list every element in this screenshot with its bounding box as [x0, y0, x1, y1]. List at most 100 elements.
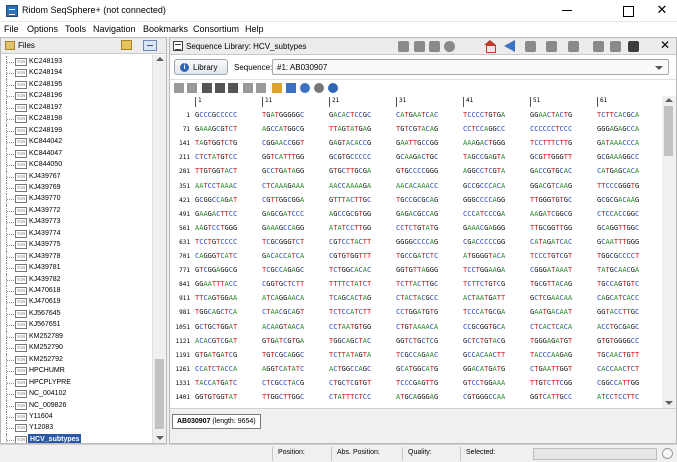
export-icon[interactable] [610, 41, 621, 52]
down-nav-icon[interactable] [525, 41, 536, 52]
info-icon[interactable] [328, 83, 338, 93]
open-folder-icon[interactable] [121, 40, 132, 50]
file-list-item[interactable]: TCR KJ439782 [1, 273, 152, 286]
sequence-block: AGCCATGGCG [262, 125, 305, 134]
undo-icon[interactable] [174, 83, 184, 93]
menu-bookmarks[interactable]: Bookmarks [143, 24, 188, 34]
first-sequence-icon[interactable] [398, 41, 409, 52]
save-icon[interactable] [628, 41, 639, 52]
highlight-icon[interactable] [272, 83, 282, 93]
file-list-item[interactable]: TCR Y12083 [1, 422, 152, 435]
sequence-block: GGTACCTTGC [597, 308, 640, 317]
file-list-item[interactable]: TCR KJ439778 [1, 250, 152, 263]
print-icon[interactable] [593, 41, 604, 52]
file-icon: TCR [15, 195, 27, 204]
scrollbar-thumb[interactable] [155, 359, 164, 429]
file-list-item[interactable]: TCR KC844047 [1, 147, 152, 160]
brush-icon[interactable] [286, 83, 296, 93]
file-list-item[interactable]: TCR HCV_subtypes [1, 433, 152, 443]
back-arrow-icon[interactable] [504, 40, 515, 52]
file-list-item[interactable]: TCR KM252789 [1, 330, 152, 343]
next-icon[interactable] [256, 83, 266, 93]
row-position: 1191 [175, 351, 190, 359]
sequence-block: GCTGCTGGAT [195, 322, 238, 331]
scroll-up-icon[interactable] [665, 98, 673, 102]
menu-options[interactable]: Options [27, 24, 58, 34]
file-name: KC844047 [29, 149, 63, 157]
search-icon[interactable] [300, 83, 310, 93]
menu-consortium[interactable]: Consortium [193, 24, 239, 34]
menu-tools[interactable]: Tools [65, 24, 86, 34]
find-replace-icon[interactable] [314, 83, 324, 93]
filter-icon[interactable] [429, 41, 440, 52]
file-list-item[interactable]: TCR KJ439775 [1, 239, 152, 252]
file-list-item[interactable]: TCR KC248196 [1, 90, 152, 103]
file-list-item[interactable]: TCR KJ567651 [1, 319, 152, 332]
file-list-item[interactable]: TCR KC248197 [1, 101, 152, 114]
panel-menu-button[interactable] [143, 40, 157, 51]
record-icon[interactable] [444, 41, 455, 52]
grid-icon[interactable] [228, 83, 238, 93]
right-nav-icon[interactable] [568, 41, 579, 52]
file-list-item[interactable]: TCR KJ567645 [1, 307, 152, 320]
sequence-block: GTCCTGGAAA [463, 378, 506, 387]
file-list-item[interactable]: TCR KC248195 [1, 78, 152, 91]
sequence-block: CTCGCCTACG [262, 378, 305, 387]
library-button[interactable]: i Library [174, 59, 228, 75]
file-list-item[interactable]: TCR KC248198 [1, 113, 152, 126]
file-list-item[interactable]: TCR KM252792 [1, 353, 152, 366]
sequence-block: CCCCCCTCCC [530, 125, 573, 134]
file-list-item[interactable]: TCR KJ439773 [1, 216, 152, 229]
sequence-scrollbar[interactable] [662, 96, 676, 408]
up-nav-icon[interactable] [546, 41, 557, 52]
scroll-down-icon[interactable] [665, 401, 673, 405]
file-list-item[interactable]: TCR KJ439767 [1, 170, 152, 183]
file-list-item[interactable]: TCR KM252790 [1, 342, 152, 355]
prev-icon[interactable] [243, 83, 253, 93]
file-list-item[interactable]: TCR NC_009826 [1, 399, 152, 412]
sequence-dropdown[interactable]: #1: AB030907 [272, 59, 669, 75]
scroll-down-icon[interactable] [156, 436, 164, 440]
file-list-item[interactable]: TCR HPCHUMR [1, 365, 152, 378]
file-list-item[interactable]: TCR KJ439769 [1, 181, 152, 194]
file-list-item[interactable]: TCR KC248199 [1, 124, 152, 137]
sequence-block: AACACAAACC [396, 181, 439, 190]
files-scrollbar[interactable] [152, 55, 166, 443]
file-list-item[interactable]: TCR KC248194 [1, 67, 152, 80]
file-list-item[interactable]: TCR KC844042 [1, 136, 152, 149]
file-list-item[interactable]: TCR NC_004102 [1, 388, 152, 401]
sequence-row: 771 GTCGGAGGCG TCGCCAGAGC TCTGGCACAC GGTGTTA… [170, 265, 662, 278]
sequence-block: TGCCGATCTC [396, 252, 439, 260]
file-icon: TCR [15, 69, 27, 78]
file-list-item[interactable]: TCR KJ439770 [1, 193, 152, 206]
scroll-up-icon[interactable] [156, 57, 164, 61]
down-arrow-icon[interactable] [414, 41, 425, 52]
file-list-item[interactable]: TCR KJ439774 [1, 227, 152, 240]
file-list-item[interactable]: TCR KJ470619 [1, 296, 152, 309]
sequence-row: 1191 GTGATGATCG TGTCGCAGGC TCTTATAGTA TCGCCA… [170, 350, 662, 363]
minimize-button[interactable] [545, 0, 589, 22]
file-list-item[interactable]: TCR KC844050 [1, 159, 152, 172]
file-list-item[interactable]: TCR KJ470618 [1, 285, 152, 297]
menu-help[interactable]: Help [245, 24, 264, 34]
menu-navigation[interactable]: Navigation [93, 24, 136, 34]
sequence-block: ACTAATGATT [463, 294, 506, 303]
tools-icon[interactable] [215, 83, 225, 93]
scrollbar-thumb[interactable] [664, 106, 673, 156]
file-list-item[interactable]: TCR KJ439781 [1, 262, 152, 275]
file-icon: TCR [15, 252, 27, 261]
sequence-view[interactable]: 1 11 21 31 41 51 61 1 GCCCGCCCCC TGATGGGGGC GACACT… [170, 96, 662, 408]
close-panel-icon[interactable]: ✕ [659, 38, 671, 52]
menu-file[interactable]: File [4, 24, 19, 34]
redo-icon[interactable] [187, 83, 197, 93]
file-list-item[interactable]: TCR Y11604 [1, 410, 152, 423]
cut-icon[interactable] [202, 83, 212, 93]
file-list-item[interactable]: TCR KC248193 [1, 56, 152, 68]
file-list-item[interactable]: TCR HPCPLYPRE [1, 376, 152, 389]
sequence-block: GAAGACTTCC [195, 209, 238, 218]
ruler-tick: 1 [195, 97, 202, 107]
sequence-block: GAAAGCGTCT [195, 125, 238, 134]
close-window-button[interactable]: ✕ [640, 0, 677, 22]
home-icon[interactable] [484, 40, 496, 53]
file-list-item[interactable]: TCR KJ439772 [1, 204, 152, 217]
